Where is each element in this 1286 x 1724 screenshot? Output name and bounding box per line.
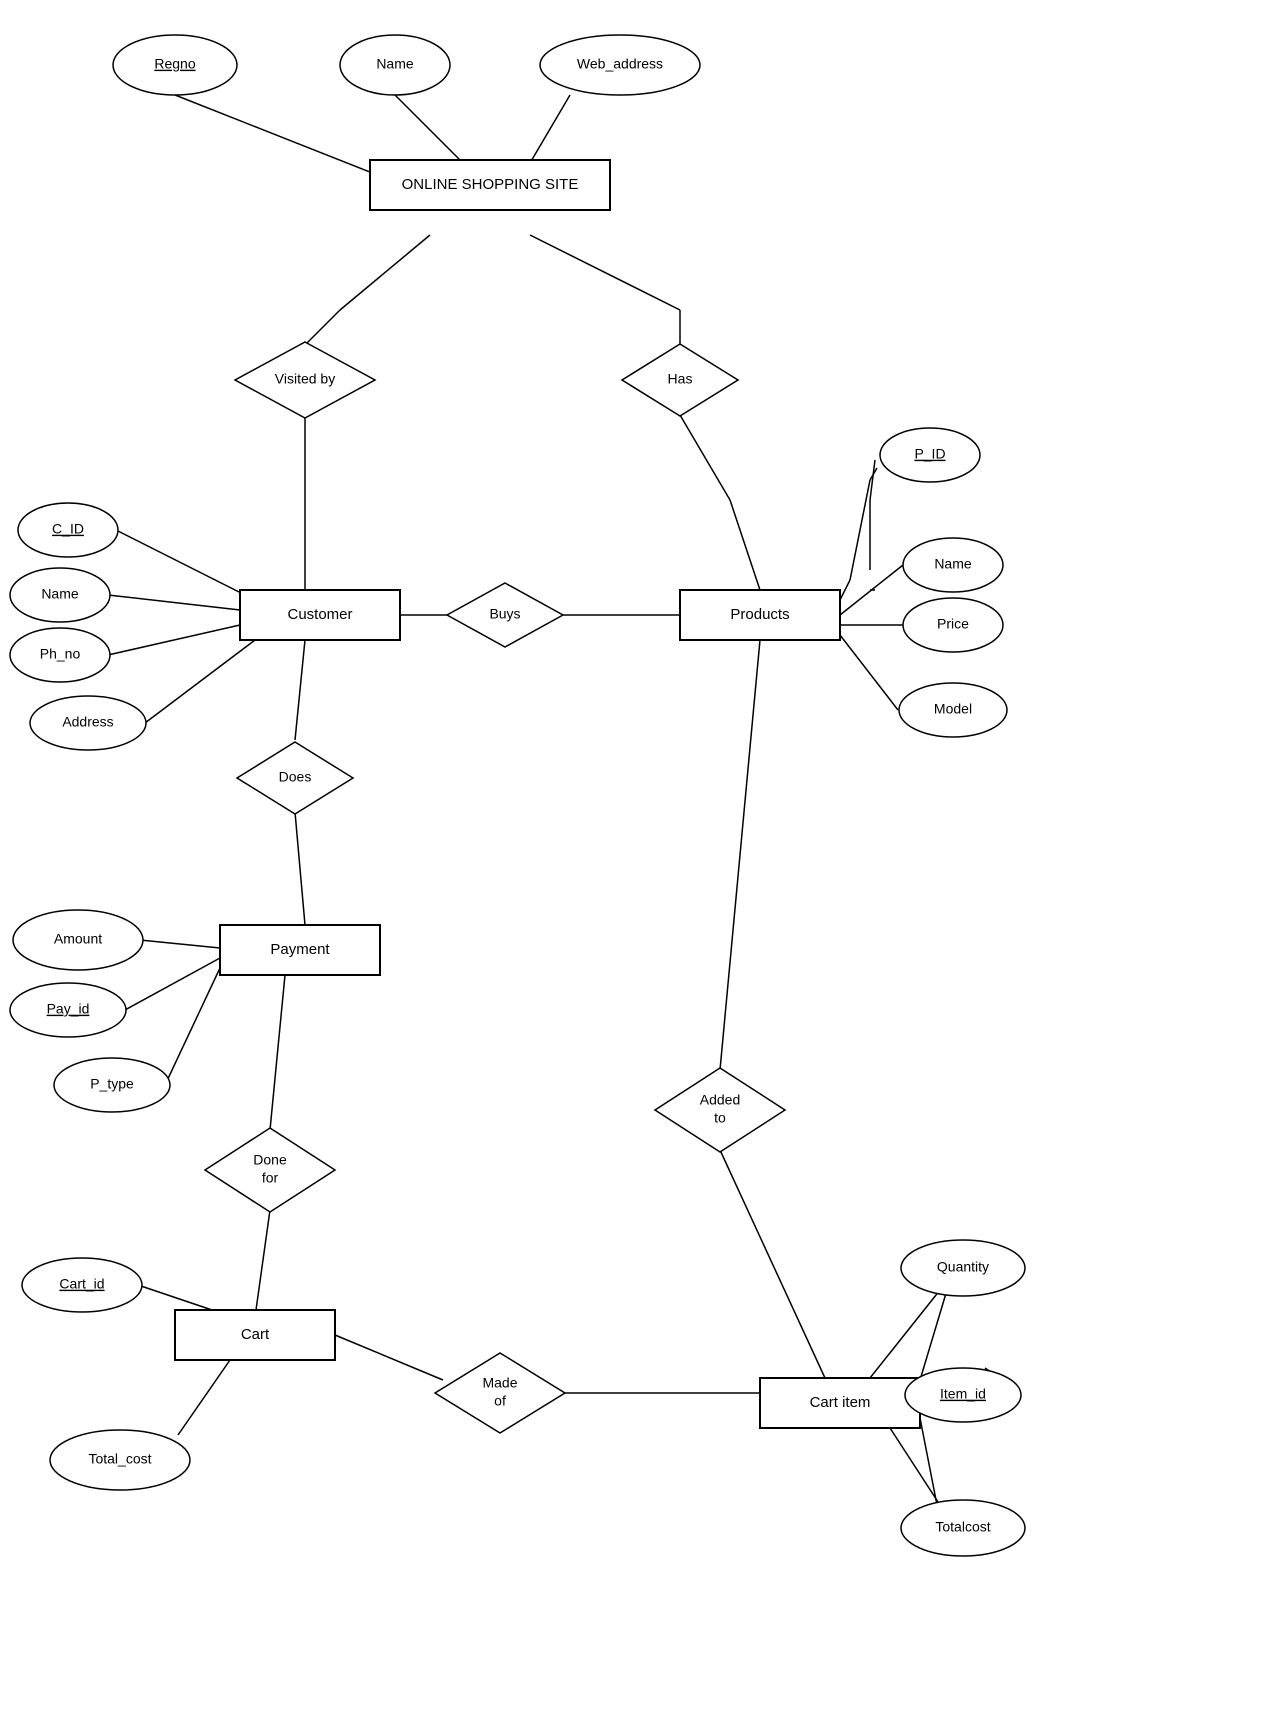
rel-does-label0: Does [279, 769, 312, 785]
entity-payment-label: Payment [270, 941, 330, 958]
attr-name-cust-label: Name [41, 586, 79, 602]
rel-made-of-label0: Made [482, 1375, 517, 1391]
attr-p-id-label: P_ID [914, 446, 945, 462]
entity-products-label: Products [730, 606, 789, 623]
entity-online-shopping-label: ONLINE SHOPPING SITE [402, 176, 579, 193]
rel-done-for-label0: Done [253, 1152, 287, 1168]
attr-item-id-label: Item_id [940, 1386, 986, 1402]
attr-model-label: Model [934, 701, 972, 717]
entity-cart-label: Cart [241, 1326, 270, 1343]
attr-ph-no-label: Ph_no [40, 646, 81, 662]
rel-added-to-label0: Added [700, 1092, 740, 1108]
attr-name-prod-label: Name [934, 556, 972, 572]
attr-name-site-label: Name [376, 56, 414, 72]
attr-regno-label: Regno [154, 56, 195, 72]
attr-c-id-label: C_ID [52, 521, 84, 537]
attr-total-cost-label: Total_cost [88, 1451, 151, 1467]
attr-amount-label: Amount [54, 931, 102, 947]
entity-cart-item-label: Cart item [810, 1394, 871, 1411]
attr-totalcost-label: Totalcost [935, 1519, 990, 1535]
attr-p-type-label: P_type [90, 1076, 134, 1092]
attr-quantity-label: Quantity [937, 1259, 989, 1275]
rel-has-label0: Has [668, 371, 693, 387]
rel-buys-label0: Buys [489, 606, 520, 622]
attr-price-label: Price [937, 616, 969, 632]
er-diagram: ONLINE SHOPPING SITE Customer Products Paym… [0, 0, 1286, 1724]
rel-added-to-label1: to [714, 1110, 726, 1126]
rel-visited-by-label0: Visited by [275, 371, 335, 387]
entity-customer-label: Customer [287, 606, 352, 623]
rel-done-for-label1: for [262, 1170, 279, 1186]
attr-pay-id-label: Pay_id [47, 1001, 90, 1017]
attr-cart-id-label: Cart_id [59, 1276, 104, 1292]
attr-address-label: Address [62, 714, 113, 730]
attr-web-address-label: Web_address [577, 56, 663, 72]
rel-made-of-label1: of [494, 1393, 506, 1409]
